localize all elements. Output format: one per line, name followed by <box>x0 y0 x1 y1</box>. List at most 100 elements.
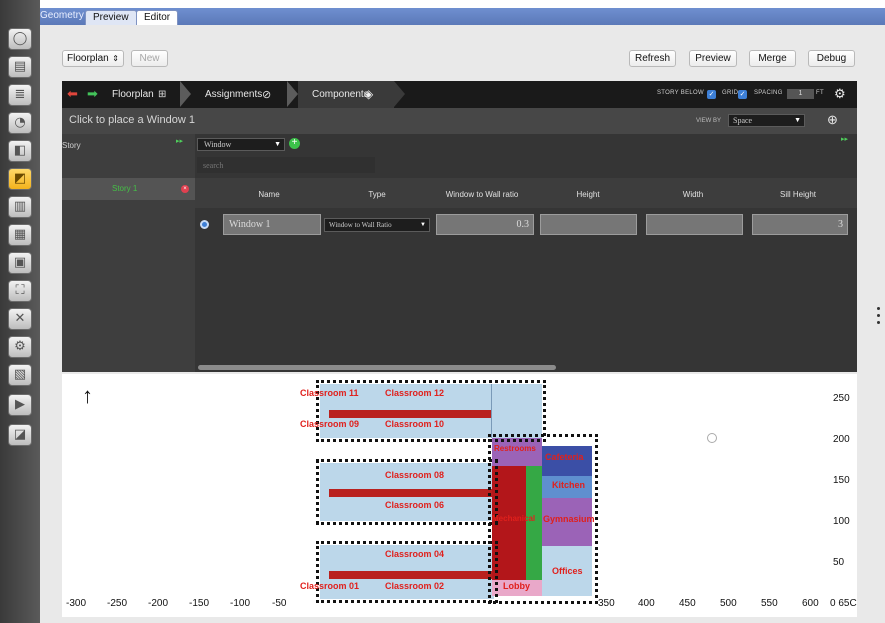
expand-icon[interactable]: ▸▸ <box>176 137 183 145</box>
resize-handle-icon[interactable] <box>877 321 880 324</box>
x-tick: 0 65C <box>830 598 857 609</box>
label-classroom-09: Classroom 09 <box>300 419 360 429</box>
x-tick: 450 <box>679 598 696 609</box>
label-cafeteria: Cafeteria <box>545 452 584 462</box>
chevron-down-icon: ▼ <box>794 116 801 124</box>
story-name: Story 1 <box>112 184 138 193</box>
view-by-select[interactable]: Space ▼ <box>728 114 805 127</box>
thermal-zones-icon[interactable]: ▣ <box>8 252 32 274</box>
component-type-select[interactable]: Window ▼ <box>197 138 285 151</box>
height-field[interactable] <box>540 214 637 235</box>
x-tick: -100 <box>230 598 251 609</box>
schedule-icon[interactable]: ◔ <box>8 112 32 134</box>
run-icon[interactable]: ▶ <box>8 394 32 416</box>
gear-icon[interactable]: ⚙ <box>834 86 846 102</box>
expand-icon[interactable]: ▸▸ <box>841 135 848 143</box>
story-row[interactable]: Story 1 × <box>62 178 195 200</box>
window-name-field[interactable]: Window 1 <box>223 214 321 235</box>
story-sidebar: Story ▸▸ Story 1 × <box>62 134 195 372</box>
spacing-input[interactable]: 1 <box>787 89 814 99</box>
spacing-unit: FT <box>816 90 824 96</box>
label-classroom-06: Classroom 06 <box>385 500 445 510</box>
add-component-icon[interactable]: + <box>289 138 300 149</box>
redo-icon[interactable]: ➡ <box>87 86 98 102</box>
view-by-label: VIEW BY <box>696 118 722 124</box>
row-select-radio[interactable] <box>200 220 209 229</box>
link-icon: ⊘ <box>262 89 272 101</box>
cursor-marker-icon <box>707 433 717 443</box>
view-by-value: Space <box>733 116 753 125</box>
window-type-select[interactable]: Window to Wall Ratio ▼ <box>324 218 430 232</box>
sill-height-field[interactable]: 3 <box>752 214 848 235</box>
building-icon[interactable]: ▤ <box>8 56 32 78</box>
story-below-checkbox[interactable]: ✓ <box>707 90 716 99</box>
column-window-wall-ratio: Window to Wall ratio <box>445 190 519 199</box>
search-input[interactable] <box>197 157 375 173</box>
label-kitchen: Kitchen <box>552 480 586 490</box>
floorplan-select[interactable]: Floorplan ⇕ <box>62 50 124 67</box>
x-tick: 550 <box>761 598 778 609</box>
facility-icon[interactable]: ▥ <box>8 196 32 218</box>
crumb-separator <box>180 81 191 107</box>
geometry-icon[interactable]: ◩ <box>8 168 32 190</box>
zoom-icon[interactable]: ⊕ <box>827 112 838 128</box>
label-lobby: Lobby <box>503 581 530 591</box>
spaces-icon[interactable]: ▦ <box>8 224 32 246</box>
column-type: Type <box>368 190 386 199</box>
debug-button[interactable]: Debug <box>808 50 855 67</box>
cube-icon: ◈ <box>364 87 374 101</box>
crumb-separator <box>287 81 298 107</box>
y-tick: 150 <box>833 475 850 486</box>
crumb-separator <box>394 81 405 107</box>
resize-handle-icon[interactable] <box>877 307 880 310</box>
crumb-assignments[interactable]: Assignments <box>205 81 262 108</box>
layers-icon[interactable]: ≣ <box>8 84 32 106</box>
new-button[interactable]: New <box>131 50 168 67</box>
output-icon[interactable]: ▧ <box>8 364 32 386</box>
undo-icon[interactable]: ⬅ <box>67 86 78 102</box>
tab-editor[interactable]: Editor <box>136 10 179 25</box>
crumb-components[interactable]: Components <box>298 81 394 108</box>
label-classroom-10: Classroom 10 <box>385 419 445 429</box>
crumb-floorplan[interactable]: Floorplan <box>112 81 154 108</box>
label-classroom-01: Classroom 01 <box>300 581 360 591</box>
x-tick: 400 <box>638 598 655 609</box>
y-tick: 200 <box>833 434 850 445</box>
column-width: Width <box>682 190 704 199</box>
width-field[interactable] <box>646 214 743 235</box>
site-icon[interactable]: ◯ <box>8 28 32 50</box>
column-name: Name <box>258 190 280 199</box>
y-tick: 250 <box>833 393 850 404</box>
label-classroom-11: Classroom 11 <box>300 388 359 398</box>
refresh-button[interactable]: Refresh <box>629 50 676 67</box>
results-icon[interactable]: ◪ <box>8 424 32 446</box>
label-classroom-12: Classroom 12 <box>385 388 445 398</box>
x-tick: 350 <box>598 598 615 609</box>
column-sill-height: Sill Height <box>779 190 816 199</box>
north-arrow-icon: ↑ <box>82 383 93 408</box>
hvac-icon[interactable]: ⛶ <box>8 280 32 302</box>
horizontal-scrollbar[interactable] <box>198 365 556 370</box>
components-panel: Window ▼ + ▸▸ <box>195 134 857 372</box>
status-bar: Click to place a Window 1 VIEW BY Space … <box>62 108 857 134</box>
settings-icon[interactable]: ⚙ <box>8 336 32 358</box>
label-classroom-04: Classroom 04 <box>385 549 445 559</box>
tab-preview[interactable]: Preview <box>85 10 137 25</box>
chevron-down-icon: ▼ <box>420 222 426 228</box>
resize-handle-icon[interactable] <box>877 314 880 317</box>
window-type-value: Window to Wall Ratio <box>329 221 392 229</box>
preview-button[interactable]: Preview <box>689 50 737 67</box>
x-tick: -250 <box>107 598 128 609</box>
component-type-value: Window <box>204 140 232 149</box>
delete-story-icon[interactable]: × <box>181 185 189 193</box>
grid-checkbox[interactable]: ✓ <box>738 90 747 99</box>
window-wall-ratio-field[interactable]: 0.3 <box>436 214 534 235</box>
y-tick: 100 <box>833 516 850 527</box>
merge-button[interactable]: Merge <box>749 50 796 67</box>
x-tick: -200 <box>148 598 169 609</box>
window-edges-middle <box>316 459 498 525</box>
x-tick: -150 <box>189 598 210 609</box>
loads-icon[interactable]: ◧ <box>8 140 32 162</box>
grid-label: GRID <box>722 90 739 96</box>
measures-icon[interactable]: ✕ <box>8 308 32 330</box>
